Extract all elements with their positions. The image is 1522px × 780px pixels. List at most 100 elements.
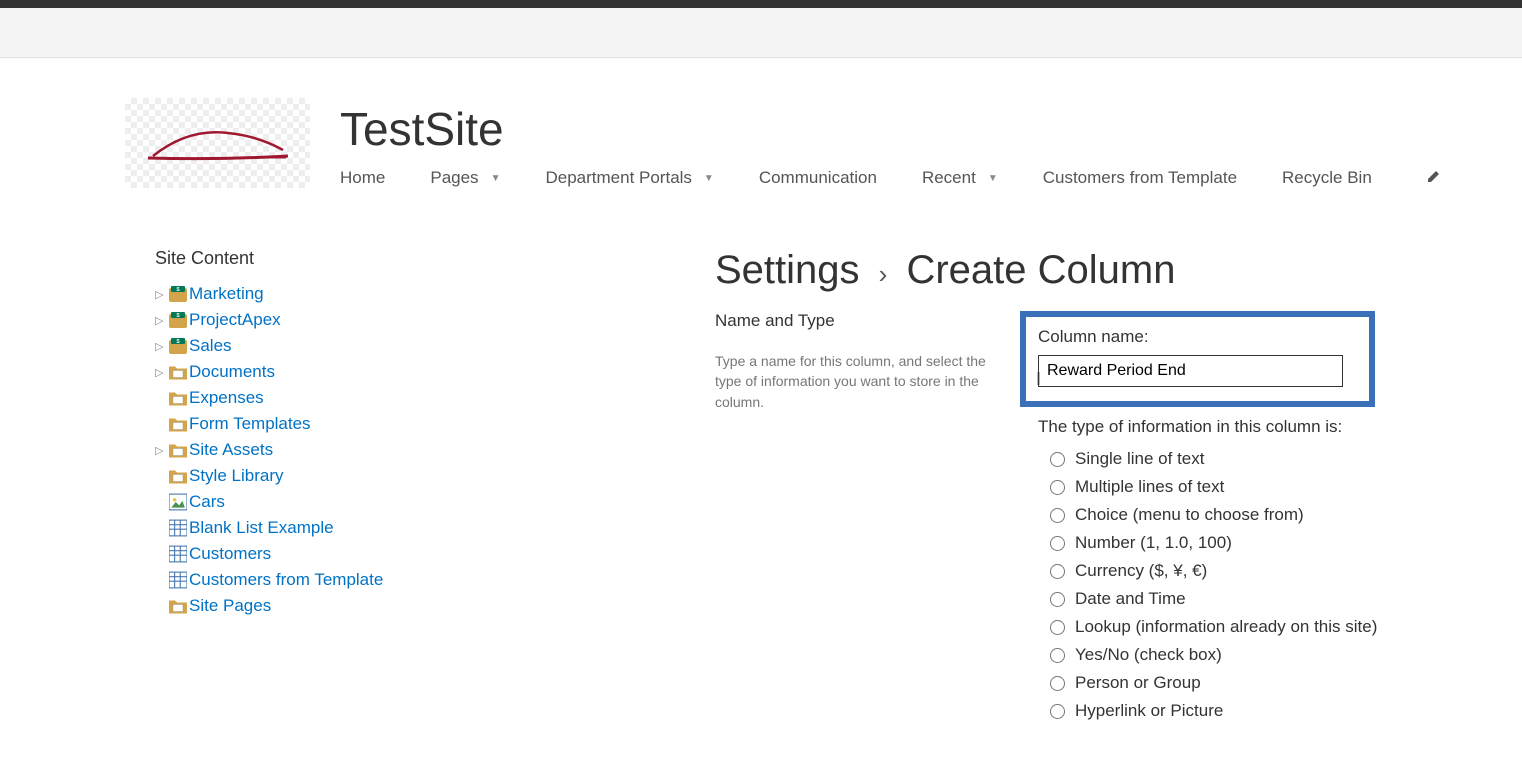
nav-label: Communication bbox=[759, 168, 877, 188]
breadcrumb-separator: › bbox=[879, 259, 888, 289]
sidebar-item[interactable]: ▷ Sales bbox=[155, 333, 575, 359]
radio-label: Yes/No (check box) bbox=[1075, 645, 1222, 665]
sidebar-item-label: ProjectApex bbox=[189, 310, 281, 330]
chevron-down-icon: ▼ bbox=[988, 173, 998, 184]
nav-customers-from-template[interactable]: Customers from Template bbox=[1043, 168, 1237, 188]
radio-input[interactable] bbox=[1050, 564, 1065, 579]
nav-label: Customers from Template bbox=[1043, 168, 1237, 188]
main-content: Settings › Create Column Name and Type T… bbox=[575, 248, 1522, 725]
column-type-option[interactable]: Date and Time bbox=[1050, 585, 1522, 613]
chevron-down-icon: ▼ bbox=[491, 173, 501, 184]
sidebar-item[interactable]: Cars bbox=[155, 489, 575, 515]
radio-input[interactable] bbox=[1050, 508, 1065, 523]
sidebar-item[interactable]: ▷ Documents bbox=[155, 359, 575, 385]
radio-label: Lookup (information already on this site… bbox=[1075, 617, 1377, 637]
site-logo[interactable] bbox=[125, 98, 310, 188]
sidebar-title: Site Content bbox=[155, 248, 575, 269]
sidebar-item-label: Blank List Example bbox=[189, 518, 334, 538]
expand-icon[interactable]: ▷ bbox=[155, 340, 167, 353]
expand-icon[interactable]: ▷ bbox=[155, 288, 167, 301]
column-type-option[interactable]: Lookup (information already on this site… bbox=[1050, 613, 1522, 641]
column-type-option[interactable]: Single line of text bbox=[1050, 445, 1522, 473]
nav-label: Recycle Bin bbox=[1282, 168, 1372, 188]
column-name-input[interactable] bbox=[1038, 355, 1343, 387]
sidebar-item[interactable]: ▷ Site Assets bbox=[155, 437, 575, 463]
column-type-option[interactable]: Hyperlink or Picture bbox=[1050, 697, 1522, 725]
breadcrumb-current: Create Column bbox=[906, 248, 1175, 292]
site-title[interactable]: TestSite bbox=[340, 102, 1441, 156]
sidebar-item[interactable]: ▷ ProjectApex bbox=[155, 307, 575, 333]
ribbon-area bbox=[0, 8, 1522, 58]
radio-input[interactable] bbox=[1050, 704, 1065, 719]
section-description: Type a name for this column, and select … bbox=[715, 351, 990, 412]
column-type-option[interactable]: Currency ($, ¥, €) bbox=[1050, 557, 1522, 585]
site-header: TestSite Home Pages ▼ Department Portals… bbox=[0, 58, 1522, 188]
radio-input[interactable] bbox=[1050, 648, 1065, 663]
radio-input[interactable] bbox=[1050, 480, 1065, 495]
sidebar-item[interactable]: Site Pages bbox=[155, 593, 575, 619]
radio-label: Choice (menu to choose from) bbox=[1075, 505, 1304, 525]
sidebar-item-label: Sales bbox=[189, 336, 232, 356]
column-type-option[interactable]: Number (1, 1.0, 100) bbox=[1050, 529, 1522, 557]
sidebar-item-label: Expenses bbox=[189, 388, 264, 408]
sidebar-item-label: Site Assets bbox=[189, 440, 273, 460]
sidebar-item[interactable]: Customers bbox=[155, 541, 575, 567]
column-type-label: The type of information in this column i… bbox=[1038, 417, 1522, 437]
sidebar-item-label: Style Library bbox=[189, 466, 283, 486]
column-name-highlight: Column name: bbox=[1020, 311, 1375, 407]
radio-input[interactable] bbox=[1050, 536, 1065, 551]
sidebar-item[interactable]: Expenses bbox=[155, 385, 575, 411]
expand-icon[interactable]: ▷ bbox=[155, 314, 167, 327]
sidebar: Site Content ▷ Marketing ▷ ProjectApex ▷ Sale… bbox=[155, 248, 575, 725]
radio-input[interactable] bbox=[1050, 676, 1065, 691]
radio-input[interactable] bbox=[1050, 592, 1065, 607]
nav-home[interactable]: Home bbox=[340, 168, 385, 188]
section-title: Name and Type bbox=[715, 311, 990, 331]
sidebar-item[interactable]: Blank List Example bbox=[155, 515, 575, 541]
page-title: Settings › Create Column bbox=[715, 248, 1522, 293]
nav-department-portals[interactable]: Department Portals ▼ bbox=[545, 168, 713, 188]
nav-label: Home bbox=[340, 168, 385, 188]
nav-label: Pages bbox=[430, 168, 478, 188]
column-type-option[interactable]: Yes/No (check box) bbox=[1050, 641, 1522, 669]
radio-input[interactable] bbox=[1050, 452, 1065, 467]
sidebar-item-label: Customers bbox=[189, 544, 271, 564]
folder-icon bbox=[169, 597, 187, 615]
sidebar-item[interactable]: Customers from Template bbox=[155, 567, 575, 593]
nav-recent[interactable]: Recent ▼ bbox=[922, 168, 998, 188]
expand-icon[interactable]: ▷ bbox=[155, 444, 167, 457]
window-top-bar bbox=[0, 0, 1522, 8]
sidebar-item-label: Marketing bbox=[189, 284, 264, 304]
car-logo-icon bbox=[138, 118, 298, 168]
chevron-down-icon: ▼ bbox=[704, 173, 714, 184]
sidebar-item[interactable]: Style Library bbox=[155, 463, 575, 489]
sidebar-item-label: Site Pages bbox=[189, 596, 271, 616]
nav-label: Department Portals bbox=[545, 168, 691, 188]
radio-label: Currency ($, ¥, €) bbox=[1075, 561, 1207, 581]
breadcrumb-parent[interactable]: Settings bbox=[715, 248, 860, 292]
expand-icon[interactable]: ▷ bbox=[155, 366, 167, 379]
radio-label: Multiple lines of text bbox=[1075, 477, 1224, 497]
column-type-option[interactable]: Choice (menu to choose from) bbox=[1050, 501, 1522, 529]
radio-label: Person or Group bbox=[1075, 673, 1201, 693]
sidebar-item[interactable]: ▷ Marketing bbox=[155, 281, 575, 307]
radio-label: Number (1, 1.0, 100) bbox=[1075, 533, 1232, 553]
column-name-label: Column name: bbox=[1038, 327, 1357, 347]
sidebar-item-label: Documents bbox=[189, 362, 275, 382]
radio-input[interactable] bbox=[1050, 620, 1065, 635]
nav-pages[interactable]: Pages ▼ bbox=[430, 168, 500, 188]
radio-label: Single line of text bbox=[1075, 449, 1204, 469]
column-type-option[interactable]: Multiple lines of text bbox=[1050, 473, 1522, 501]
column-type-option[interactable]: Person or Group bbox=[1050, 669, 1522, 697]
sidebar-item-label: Cars bbox=[189, 492, 225, 512]
nav-communication[interactable]: Communication bbox=[759, 168, 877, 188]
radio-label: Hyperlink or Picture bbox=[1075, 701, 1223, 721]
sidebar-item[interactable]: Form Templates bbox=[155, 411, 575, 437]
nav-recycle-bin[interactable]: Recycle Bin bbox=[1282, 168, 1372, 188]
edit-nav-icon[interactable] bbox=[1427, 168, 1441, 188]
radio-label: Date and Time bbox=[1075, 589, 1186, 609]
nav-label: Recent bbox=[922, 168, 976, 188]
top-nav: Home Pages ▼ Department Portals ▼ Commun… bbox=[340, 168, 1441, 188]
sidebar-item-label: Customers from Template bbox=[189, 570, 383, 590]
sidebar-item-label: Form Templates bbox=[189, 414, 311, 434]
